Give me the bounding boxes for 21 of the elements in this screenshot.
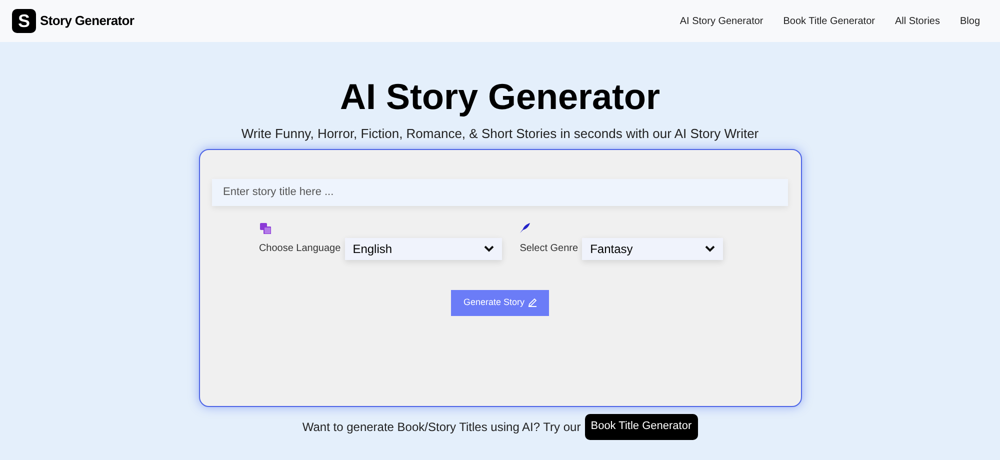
translate-icon bbox=[260, 222, 271, 234]
genre-label: Select Genre bbox=[520, 242, 578, 256]
book-title-generator-button[interactable]: Book Title Generator bbox=[584, 414, 698, 440]
generate-story-button[interactable]: Generate Story bbox=[451, 290, 549, 316]
genre-select[interactable]: Fantasy bbox=[582, 238, 724, 260]
footer-prompt: Want to generate Book/Story Titles using AI? Try our bbox=[302, 418, 581, 436]
page-title: AI Story Generator bbox=[340, 76, 660, 118]
chevron-down-icon bbox=[705, 245, 716, 252]
page-subtitle: Write Funny, Horror, Fiction, Romance, & Short Stories in seconds with our AI Story Writer bbox=[241, 125, 759, 143]
language-label: Choose Language bbox=[258, 242, 341, 256]
brand-name[interactable]: Story Generator bbox=[40, 11, 134, 31]
nav-link[interactable]: Book Title Generator bbox=[783, 14, 875, 28]
language-select[interactable]: English bbox=[344, 238, 502, 260]
logo-mark[interactable]: S bbox=[12, 9, 36, 33]
story-title-field[interactable]: Enter story title here ... bbox=[212, 178, 788, 206]
nav-link[interactable]: All Stories bbox=[894, 14, 940, 28]
nav-link[interactable]: Blog bbox=[960, 14, 980, 28]
pencil-icon bbox=[528, 298, 537, 307]
chevron-down-icon bbox=[484, 245, 494, 252]
nav-link[interactable]: AI Story Generator bbox=[680, 14, 764, 28]
feather-icon bbox=[520, 222, 530, 232]
